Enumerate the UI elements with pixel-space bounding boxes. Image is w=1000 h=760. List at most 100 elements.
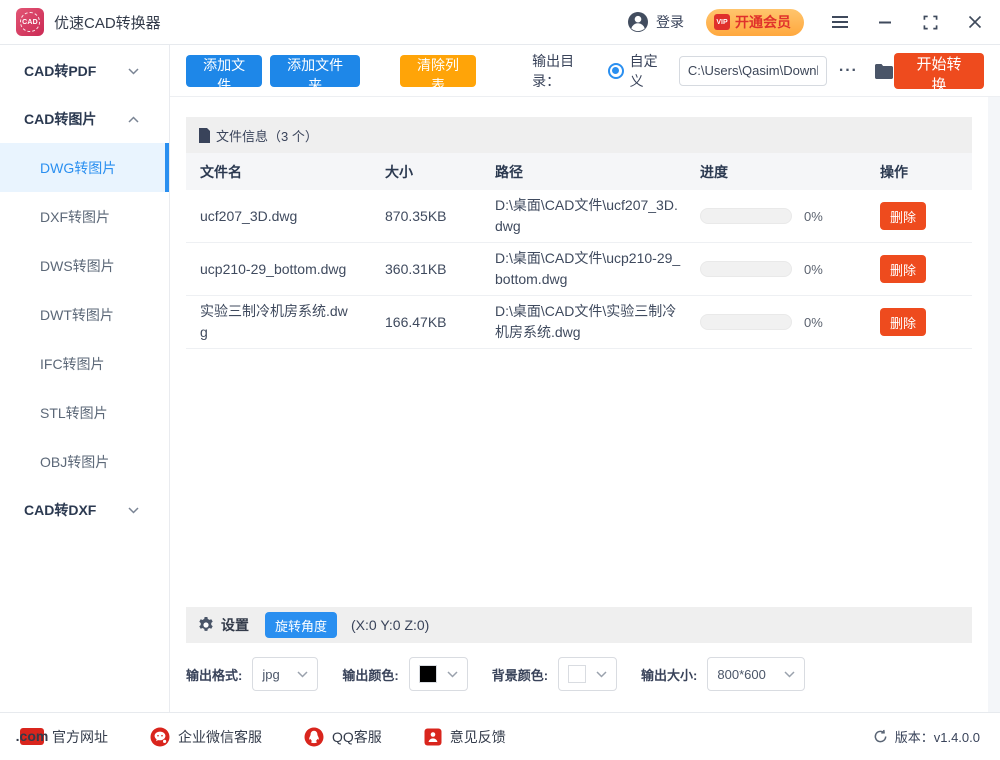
table-header-row: 文件名 大小 路径 进度 操作 <box>186 153 972 190</box>
progress-percent: 0% <box>804 209 823 224</box>
delete-button[interactable]: 删除 <box>880 255 926 283</box>
chevron-down-icon <box>297 671 308 678</box>
file-path: D:\桌面\CAD文件\ucf207_3D.dwg <box>495 190 700 242</box>
output-controls: 输出格式: jpg 输出颜色: 背景颜色: <box>186 655 972 693</box>
sidebar-item-dwt-to-image[interactable]: DWT转图片 <box>0 290 169 339</box>
rotation-value: (X:0 Y:0 Z:0) <box>351 617 429 633</box>
bg-color-swatch <box>568 665 586 683</box>
wechat-support-link[interactable]: 企业微信客服 <box>150 727 262 747</box>
output-color-swatch <box>419 665 437 683</box>
feedback-label: 意见反馈 <box>450 727 506 747</box>
add-folder-button[interactable]: 添加文件夹 <box>270 55 359 87</box>
qq-icon <box>304 727 324 747</box>
empty-space <box>186 349 972 607</box>
file-info-title: 文件信息（3 个） <box>216 126 318 145</box>
file-size: 166.47KB <box>385 314 495 330</box>
table-row: ucp210-29_bottom.dwg 360.31KB D:\桌面\CAD文… <box>186 243 972 296</box>
custom-radio-label: 自定义 <box>630 51 669 91</box>
chevron-down-icon <box>128 507 139 514</box>
app-title: 优速CAD转换器 <box>54 12 161 33</box>
feedback-link[interactable]: 意见反馈 <box>424 727 506 747</box>
chevron-down-icon <box>128 68 139 75</box>
official-site-label: 官方网址 <box>52 727 108 747</box>
open-folder-button[interactable] <box>874 63 894 79</box>
progress-bar <box>700 208 792 224</box>
scrollbar-gutter <box>988 97 1000 712</box>
col-header-path: 路径 <box>495 162 700 182</box>
qq-support-link[interactable]: QQ客服 <box>304 727 382 747</box>
vip-label: 开通会员 <box>735 12 791 32</box>
close-button[interactable] <box>966 13 984 31</box>
document-icon <box>198 128 211 143</box>
browse-more-button[interactable]: ··· <box>839 62 858 80</box>
user-icon <box>627 11 649 33</box>
chevron-down-icon <box>596 671 607 678</box>
output-dir-label: 输出目录： <box>532 51 597 91</box>
output-format-label: 输出格式: <box>186 665 242 684</box>
sidebar-item-dwg-to-image[interactable]: DWG转图片 <box>0 143 169 192</box>
settings-label: 设置 <box>221 615 249 635</box>
wechat-support-label: 企业微信客服 <box>178 727 262 747</box>
refresh-icon[interactable] <box>873 729 888 744</box>
file-size: 360.31KB <box>385 261 495 277</box>
file-info-header: 文件信息（3 个） <box>186 117 972 153</box>
vip-icon: VIP <box>714 14 730 30</box>
title-bar: CAD 优速CAD转换器 登录 VIP 开通会员 <box>0 0 1000 45</box>
qq-support-label: QQ客服 <box>332 727 382 747</box>
chevron-down-icon <box>784 671 795 678</box>
close-icon <box>968 15 982 29</box>
sidebar-item-dxf-to-image[interactable]: DXF转图片 <box>0 192 169 241</box>
app-window: CAD 优速CAD转换器 登录 VIP 开通会员 CAD转PDF <box>0 0 1000 760</box>
file-path: D:\桌面\CAD文件\ucp210-29_bottom.dwg <box>495 243 700 295</box>
output-format-value: jpg <box>262 667 279 682</box>
output-color-select[interactable] <box>409 657 468 691</box>
output-path-input[interactable] <box>679 56 827 86</box>
start-convert-button[interactable]: 开始转换 <box>894 53 984 89</box>
sidebar-item-dws-to-image[interactable]: DWS转图片 <box>0 241 169 290</box>
sidebar-group-label: CAD转PDF <box>24 61 96 81</box>
official-site-link[interactable]: .com 官方网址 <box>20 727 108 747</box>
sidebar-item-obj-to-image[interactable]: OBJ转图片 <box>0 437 169 486</box>
delete-button[interactable]: 删除 <box>880 202 926 230</box>
minimize-button[interactable] <box>876 13 894 31</box>
clear-list-button[interactable]: 清除列表 <box>400 55 476 87</box>
rotate-angle-button[interactable]: 旋转角度 <box>265 612 337 638</box>
maximize-button[interactable] <box>921 13 939 31</box>
maximize-icon <box>923 15 938 30</box>
sidebar-group-cad-to-image[interactable]: CAD转图片 <box>0 95 169 143</box>
delete-button[interactable]: 删除 <box>880 308 926 336</box>
progress-bar <box>700 261 792 277</box>
minimize-icon <box>878 15 892 29</box>
sidebar: CAD转PDF CAD转图片 DWG转图片 DXF转图片 DWS转图片 DWT转… <box>0 45 170 712</box>
version-info: 版本：v1.4.0.0 <box>873 727 980 746</box>
output-color-label: 输出颜色: <box>342 665 398 684</box>
file-name: ucf207_3D.dwg <box>200 201 385 232</box>
sidebar-group-cad-to-dxf[interactable]: CAD转DXF <box>0 486 169 534</box>
menu-button[interactable] <box>831 13 849 31</box>
login-button[interactable]: 登录 <box>627 11 684 33</box>
sidebar-group-cad-to-pdf[interactable]: CAD转PDF <box>0 47 169 95</box>
output-format-select[interactable]: jpg <box>252 657 318 691</box>
custom-radio[interactable] <box>608 63 624 79</box>
bg-color-select[interactable] <box>558 657 617 691</box>
output-size-select[interactable]: 800*600 <box>707 657 805 691</box>
toolbar: 添加文件 添加文件夹 清除列表 输出目录： 自定义 ··· 开始转换 <box>170 45 1000 97</box>
file-name: ucp210-29_bottom.dwg <box>200 254 385 285</box>
sidebar-item-ifc-to-image[interactable]: IFC转图片 <box>0 339 169 388</box>
chevron-up-icon <box>128 116 139 123</box>
output-size-value: 800*600 <box>717 667 765 682</box>
version-label: 版本：v1.4.0.0 <box>895 727 980 746</box>
progress-percent: 0% <box>804 262 823 277</box>
progress-bar <box>700 314 792 330</box>
col-header-progress: 进度 <box>700 162 880 182</box>
com-icon: .com <box>20 728 44 745</box>
col-header-filename: 文件名 <box>200 162 385 182</box>
footer: .com 官方网址 企业微信客服 QQ客服 意见反馈 版本：v1.4.0.0 <box>0 712 1000 760</box>
chevron-down-icon <box>447 671 458 678</box>
bg-color-label: 背景颜色: <box>492 665 548 684</box>
login-label: 登录 <box>656 12 684 32</box>
sidebar-item-stl-to-image[interactable]: STL转图片 <box>0 388 169 437</box>
vip-button[interactable]: VIP 开通会员 <box>706 9 804 36</box>
add-file-button[interactable]: 添加文件 <box>186 55 262 87</box>
settings-bar: 设置 旋转角度 (X:0 Y:0 Z:0) <box>186 607 972 643</box>
